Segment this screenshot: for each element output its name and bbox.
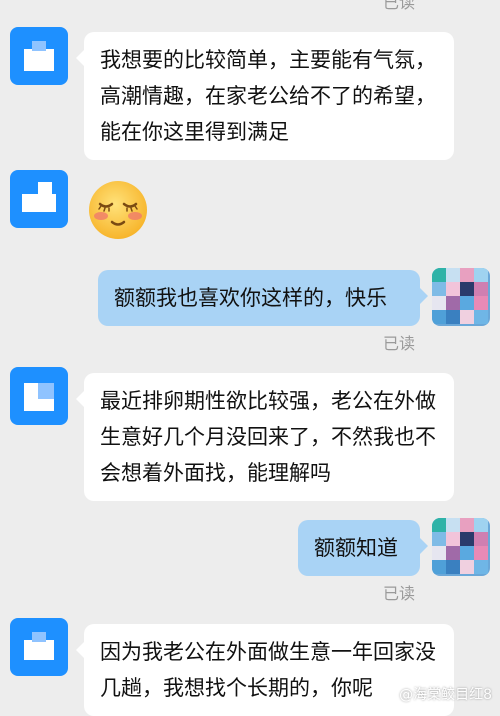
- avatar-pixel-block: [460, 282, 474, 296]
- avatar-pixel-block: [22, 194, 56, 212]
- avatar-pixel-block: [432, 560, 446, 574]
- blushing-smile-emoji[interactable]: [86, 178, 150, 242]
- camera-icon: [382, 687, 397, 701]
- avatar-pixel-block: [460, 546, 474, 560]
- avatar-pixel-block: [460, 518, 474, 532]
- avatar-pixel-block: [474, 268, 488, 282]
- avatar-pixel-block: [474, 560, 488, 574]
- avatar-pixel-block: [24, 399, 54, 411]
- contact-avatar[interactable]: [10, 618, 68, 676]
- avatar-pixel-block: [446, 518, 460, 532]
- chat-thread[interactable]: 已读 我想要的比较简单，主要能有气氛，高潮情趣，在家老公给不了的希望，能在你这里…: [0, 0, 500, 716]
- read-status-top: 已读: [383, 0, 416, 12]
- avatar-pixel-block: [446, 560, 460, 574]
- avatar-pixel-block: [474, 546, 488, 560]
- avatar-pixel-block: [32, 632, 46, 642]
- avatar-pixel-block: [446, 268, 460, 282]
- avatar-pixel-block: [474, 310, 488, 324]
- avatar-pixel-block: [446, 532, 460, 546]
- avatar-pixel-block: [474, 518, 488, 532]
- message-bubble-outgoing[interactable]: 额额我也喜欢你这样的，快乐: [98, 270, 428, 326]
- avatar-pixel-block: [460, 296, 474, 310]
- contact-avatar[interactable]: [10, 170, 68, 228]
- avatar-pixel-block: [432, 546, 446, 560]
- avatar-pixel-block: [432, 282, 446, 296]
- self-avatar[interactable]: [432, 268, 490, 326]
- avatar-pixel-block: [432, 518, 446, 532]
- avatar-pixel-block: [460, 532, 474, 546]
- read-status: 已读: [383, 334, 416, 353]
- avatar-pixel-block: [24, 49, 54, 71]
- message-bubble-incoming[interactable]: 最近排卵期性欲比较强，老公在外做生意好几个月没回来了，不然我也不会想着外面找，能…: [76, 373, 454, 501]
- avatar-pixel-block: [460, 310, 474, 324]
- contact-avatar[interactable]: [10, 367, 68, 425]
- message-bubble-incoming[interactable]: 我想要的比较简单，主要能有气氛，高潮情趣，在家老公给不了的希望，能在你这里得到满…: [76, 32, 454, 160]
- watermark: @海棠鲛目红8: [382, 684, 492, 704]
- avatar-pixel-block: [446, 296, 460, 310]
- avatar-pixel-block: [432, 310, 446, 324]
- avatar-pixel-block: [446, 282, 460, 296]
- avatar-pixel-block: [474, 296, 488, 310]
- avatar-pixel-block: [474, 282, 488, 296]
- avatar-pixel-block: [474, 532, 488, 546]
- avatar-pixel-block: [446, 310, 460, 324]
- contact-avatar[interactable]: [10, 27, 68, 85]
- avatar-pixel-block: [432, 296, 446, 310]
- read-status: 已读: [383, 584, 416, 603]
- avatar-pixel-block: [24, 640, 54, 660]
- avatar-pixel-block: [460, 560, 474, 574]
- self-avatar[interactable]: [432, 518, 490, 576]
- avatar-pixel-block: [32, 41, 46, 51]
- watermark-text: @海棠鲛目红8: [399, 687, 492, 703]
- avatar-pixel-block: [460, 268, 474, 282]
- avatar-pixel-block: [38, 182, 52, 196]
- avatar-pixel-block: [38, 383, 54, 399]
- message-bubble-outgoing[interactable]: 额额知道: [298, 520, 428, 576]
- avatar-pixel-block: [446, 546, 460, 560]
- avatar-pixel-block: [432, 532, 446, 546]
- avatar-pixel-block: [432, 268, 446, 282]
- avatar-pixel-block: [24, 383, 38, 399]
